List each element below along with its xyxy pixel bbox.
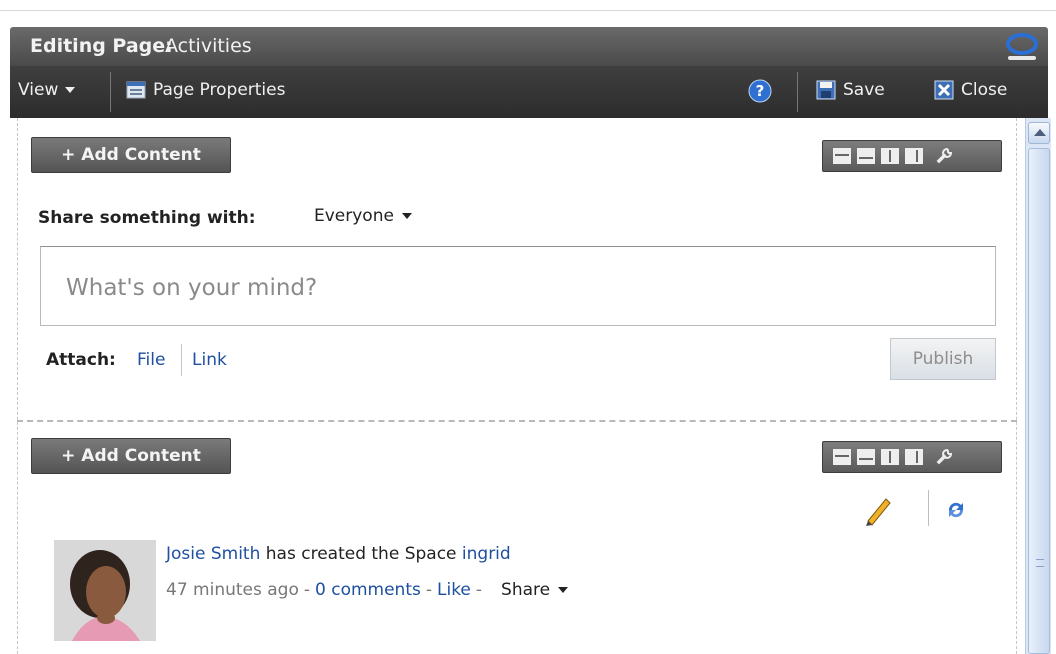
page-content-area: [17, 118, 1017, 654]
chevron-down-icon: [558, 587, 569, 593]
layout-one-column-icon[interactable]: [833, 449, 851, 465]
scroll-thumb[interactable]: [1028, 148, 1050, 654]
share-audience-value: Everyone: [314, 206, 394, 226]
layout-left-sidebar-icon[interactable]: [881, 449, 899, 465]
toolbar-divider: [797, 72, 798, 112]
chevron-down-icon: [401, 213, 412, 219]
share-label: Share something with:: [38, 208, 256, 228]
activity-text: has created the Space: [265, 544, 457, 564]
close-icon: [934, 80, 954, 100]
space-link[interactable]: ingrid: [462, 544, 511, 564]
publish-button[interactable]: Publish: [890, 338, 996, 380]
layout-one-column-icon[interactable]: [833, 148, 851, 164]
toolbar-divider: [110, 72, 111, 112]
avatar: [54, 540, 156, 641]
save-label: Save: [843, 80, 885, 100]
top-strip: [0, 0, 1056, 11]
page-properties-button[interactable]: Page Properties: [126, 80, 285, 100]
layout-left-sidebar-icon[interactable]: [881, 148, 899, 164]
svg-text:?: ?: [756, 82, 765, 100]
attach-divider: [181, 344, 182, 376]
grip-icon: [1036, 559, 1044, 567]
save-button[interactable]: Save: [816, 80, 885, 100]
layout-two-rows-icon[interactable]: [857, 148, 875, 164]
chevron-down-icon: [65, 87, 76, 93]
view-menu[interactable]: View: [18, 80, 76, 100]
page-title: Activities: [165, 35, 252, 57]
wrench-icon[interactable]: [935, 448, 953, 466]
activity-meta: 47 minutes ago - 0 comments - Like - Sha…: [166, 580, 569, 600]
layout-tools: [822, 441, 1002, 473]
page-properties-label: Page Properties: [153, 80, 286, 100]
layout-right-sidebar-icon[interactable]: [905, 148, 923, 164]
add-content-button[interactable]: + Add Content: [31, 137, 231, 173]
attach-link-link[interactable]: Link: [192, 350, 227, 370]
save-icon: [816, 80, 836, 100]
section-divider: [17, 420, 1017, 422]
meta-separator: -: [425, 580, 432, 600]
layout-right-sidebar-icon[interactable]: [905, 449, 923, 465]
activity-time: 47 minutes ago: [166, 580, 299, 600]
close-button[interactable]: Close: [934, 80, 1007, 100]
share-menu[interactable]: Share: [501, 580, 569, 600]
meta-separator: -: [475, 580, 483, 600]
editing-title-bar: Editing Page: Activities: [10, 27, 1048, 66]
help-icon[interactable]: ?: [748, 79, 772, 103]
attach-label: Attach:: [46, 350, 116, 370]
attach-file-link[interactable]: File: [137, 350, 165, 370]
editing-label: Editing Page:: [30, 35, 173, 57]
view-menu-label: View: [18, 80, 59, 100]
status-input[interactable]: What's on your mind?: [40, 246, 996, 326]
vertical-scrollbar[interactable]: [1025, 118, 1051, 654]
oracle-logo-icon: [1006, 33, 1038, 60]
comments-link[interactable]: 0 comments: [315, 580, 421, 600]
close-label: Close: [961, 80, 1008, 100]
meta-separator: -: [303, 580, 311, 600]
share-label: Share: [501, 580, 551, 600]
scroll-up-button[interactable]: [1028, 122, 1050, 144]
page-editor-toolbar: View Page Properties ? Save Close: [10, 66, 1048, 118]
refresh-icon[interactable]: [944, 498, 968, 522]
like-link[interactable]: Like: [437, 580, 471, 600]
activity-headline: Josie Smith has created the Space ingrid: [166, 544, 511, 564]
layout-two-rows-icon[interactable]: [857, 449, 875, 465]
wrench-icon[interactable]: [935, 147, 953, 165]
user-name-link[interactable]: Josie Smith: [166, 544, 260, 564]
pencil-icon[interactable]: [862, 494, 892, 526]
layout-tools: [822, 140, 1002, 172]
user-photo-icon: [54, 540, 156, 641]
share-audience-dropdown[interactable]: Everyone: [314, 206, 412, 226]
add-content-button[interactable]: + Add Content: [31, 438, 231, 474]
activity-tools-divider: [928, 490, 929, 526]
page-properties-icon: [126, 81, 146, 99]
